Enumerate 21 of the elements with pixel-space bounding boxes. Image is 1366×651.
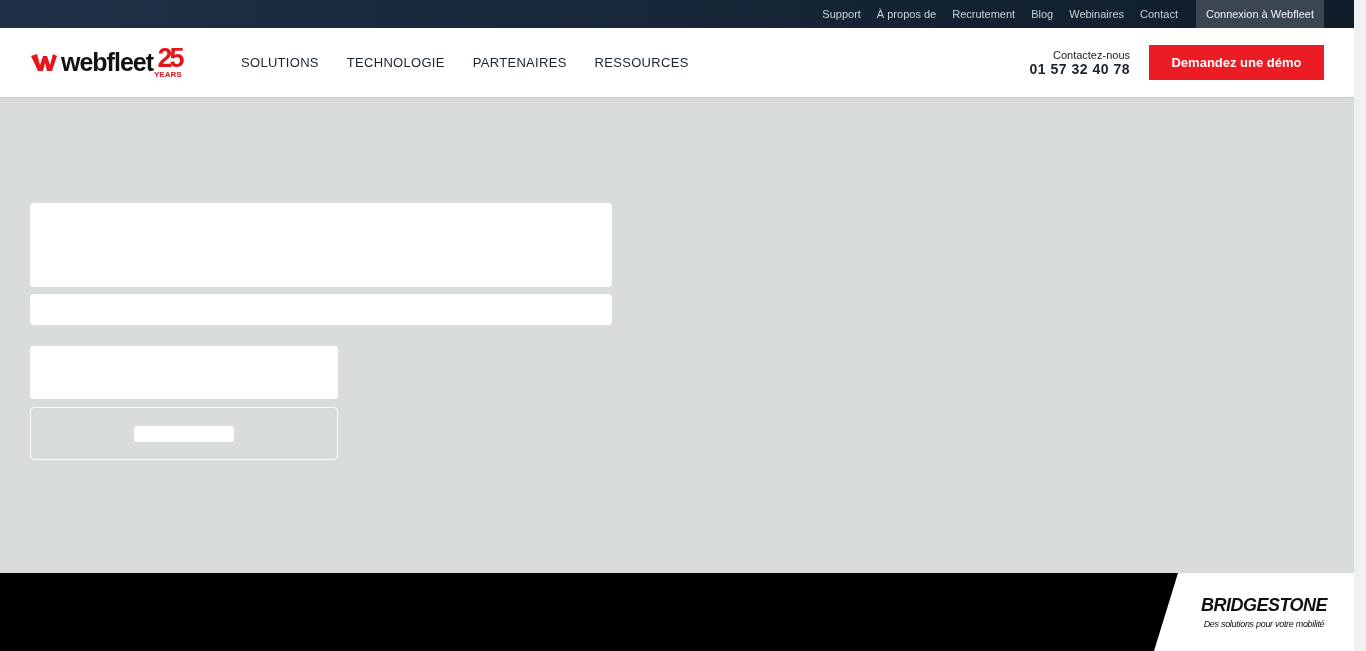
logo-wordmark: webfleet: [61, 48, 154, 76]
anniversary-label: YEARS: [154, 70, 182, 79]
contact-label: Contactez-nous: [1052, 48, 1130, 61]
brand-tagline: Des solutions pour votre mobilité: [1203, 619, 1325, 629]
nav-item[interactable]: PARTENAIRES: [472, 55, 567, 70]
anniversary-number: 25: [157, 46, 182, 70]
nav-item[interactable]: RESSOURCES: [594, 55, 689, 70]
scrollbar[interactable]: [1354, 0, 1366, 651]
demo-button[interactable]: Demandez une démo: [1149, 45, 1324, 80]
login-button[interactable]: Connexion à Webfleet: [1195, 0, 1324, 28]
top-link[interactable]: Support: [814, 0, 869, 28]
brand-logo: BRIDGESTONE: [1200, 595, 1328, 616]
top-link[interactable]: À propos de: [868, 0, 945, 28]
nav-item[interactable]: SOLUTIONS: [241, 55, 319, 70]
nav-item[interactable]: TECHNOLOGIE: [346, 55, 445, 70]
logo-icon: [30, 52, 58, 73]
top-link[interactable]: Contact: [1132, 0, 1186, 28]
phone-link[interactable]: 01 57 32 40 78: [1029, 60, 1130, 77]
top-link[interactable]: Recrutement: [944, 0, 1024, 28]
top-link[interactable]: Webinaires: [1061, 0, 1133, 28]
top-link[interactable]: Blog: [1023, 0, 1062, 28]
